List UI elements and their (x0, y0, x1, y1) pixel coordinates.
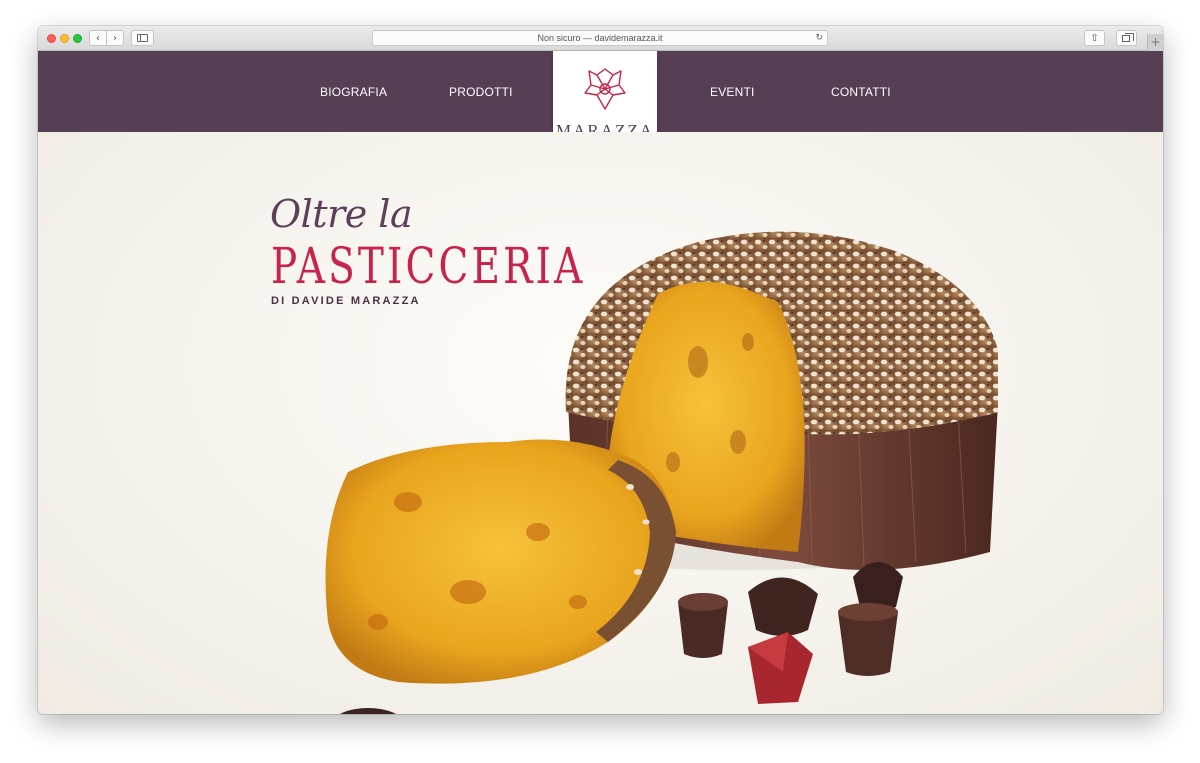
back-button[interactable]: ‹ (89, 30, 107, 46)
sidebar-toggle-button[interactable] (131, 30, 154, 46)
chevron-left-icon: ‹ (96, 32, 100, 44)
minimize-window-button[interactable] (60, 34, 69, 43)
hero-subtitle: DI DAVIDE MARAZZA (271, 295, 421, 307)
hero-section: Oltre la PASTICCERIA DI DAVIDE MARAZZA (38, 132, 1163, 714)
nav-item-contatti[interactable]: CONTATTI (831, 85, 891, 99)
address-text: Non sicuro — davidemarazza.it (537, 33, 663, 43)
plus-icon: + (1150, 35, 1161, 49)
hero-script-heading: Oltre la (270, 192, 413, 236)
close-window-button[interactable] (47, 34, 56, 43)
share-icon: ⇧ (1090, 32, 1099, 44)
new-tab-button[interactable]: + (1147, 34, 1163, 51)
logo-emblem-icon (584, 68, 626, 110)
address-bar[interactable]: Non sicuro — davidemarazza.it ↻ (372, 30, 828, 46)
share-button[interactable]: ⇧ (1084, 30, 1105, 46)
nav-item-prodotti[interactable]: PRODOTTI (449, 85, 513, 99)
show-tabs-button[interactable] (1116, 30, 1137, 46)
forward-button[interactable]: › (106, 30, 124, 46)
sidebar-icon (137, 34, 148, 42)
tabs-icon (1122, 33, 1134, 42)
browser-toolbar: ‹ › Non sicuro — davidemarazza.it ↻ ⇧ + (38, 26, 1163, 51)
nav-item-eventi[interactable]: EVENTI (710, 85, 755, 99)
browser-window: ‹ › Non sicuro — davidemarazza.it ↻ ⇧ + … (38, 26, 1163, 714)
chevron-right-icon: › (113, 32, 117, 44)
reload-icon[interactable]: ↻ (815, 31, 823, 46)
maximize-window-button[interactable] (73, 34, 82, 43)
nav-item-biografia[interactable]: BIOGRAFIA (320, 85, 387, 99)
hero-title: PASTICCERIA (271, 237, 586, 295)
